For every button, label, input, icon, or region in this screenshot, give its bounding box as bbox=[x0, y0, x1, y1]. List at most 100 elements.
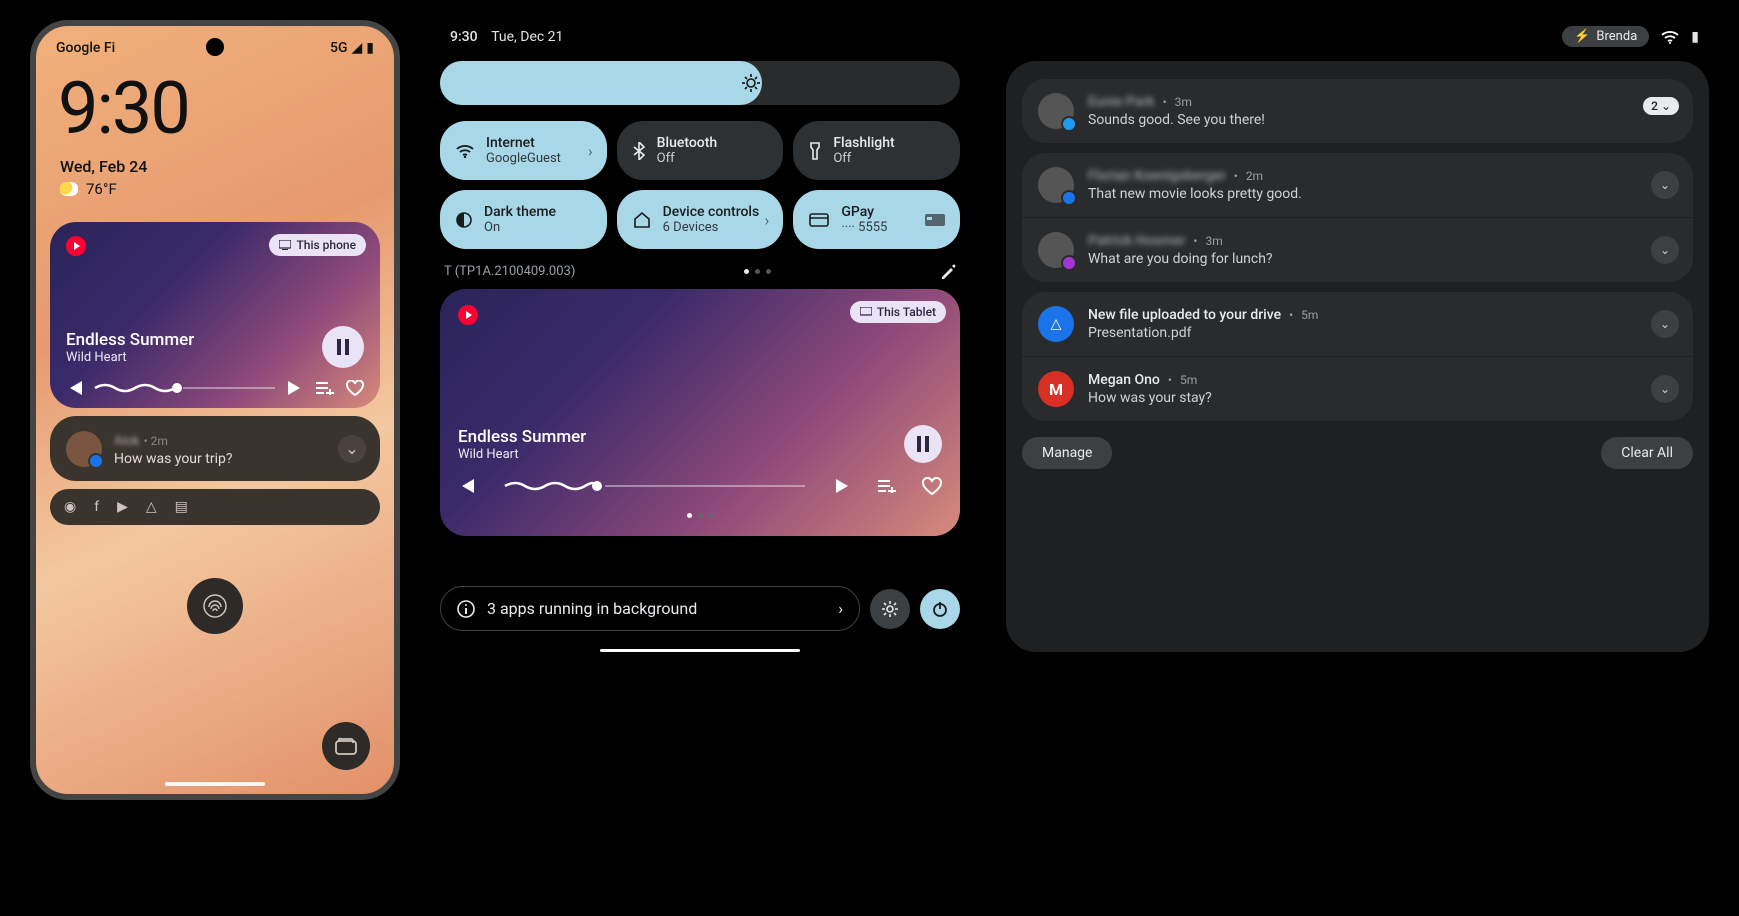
nav-handle[interactable] bbox=[600, 649, 800, 652]
favorite-button[interactable] bbox=[922, 477, 942, 495]
pause-button[interactable] bbox=[904, 425, 942, 463]
settings-button[interactable] bbox=[870, 589, 910, 629]
facebook-icon: f bbox=[94, 499, 99, 515]
lockscreen-clock: 9:30 bbox=[36, 60, 394, 151]
user-chip[interactable]: ⚡ Brenda bbox=[1562, 26, 1649, 47]
avatar bbox=[66, 431, 102, 467]
notification-card-phone[interactable]: Alok • 2m How was your trip? ⌄ bbox=[50, 416, 380, 481]
previous-track-button[interactable] bbox=[66, 381, 82, 395]
qs-tile-internet[interactable]: InternetGoogleGuest› bbox=[440, 121, 607, 180]
queue-button[interactable] bbox=[878, 479, 896, 493]
notif-message: How was your trip? bbox=[114, 451, 232, 467]
notification-card[interactable]: MMegan Ono•5mHow was your stay?⌄ bbox=[1022, 357, 1693, 421]
power-button[interactable] bbox=[920, 589, 960, 629]
expand-button[interactable]: ⌄ bbox=[1651, 375, 1679, 403]
manage-button[interactable]: Manage bbox=[1022, 437, 1112, 469]
qs-tiles-grid: InternetGoogleGuest›BluetoothOffFlashlig… bbox=[440, 121, 960, 249]
track-artist: Wild Heart bbox=[458, 447, 586, 462]
tablet-shade: 9:30 Tue, Dec 21 ⚡ Brenda ▮ Interne bbox=[440, 20, 1709, 896]
notif-message: How was your stay? bbox=[1088, 390, 1677, 406]
network-label: 5G bbox=[330, 40, 348, 56]
edit-tiles-button[interactable] bbox=[940, 263, 956, 279]
battery-icon: ▮ bbox=[1691, 29, 1699, 45]
home-icon bbox=[633, 212, 651, 228]
info-icon bbox=[457, 600, 475, 618]
notif-time: 2m bbox=[151, 434, 168, 448]
album-art bbox=[66, 256, 364, 326]
messenger-badge-icon bbox=[1061, 255, 1077, 271]
favorite-button[interactable] bbox=[346, 380, 364, 396]
media-player-tablet[interactable]: This Tablet Endless Summer Wild Heart bbox=[440, 289, 960, 536]
previous-track-button[interactable] bbox=[458, 479, 474, 493]
notif-time: 3m bbox=[1205, 234, 1222, 248]
count-pill[interactable]: 2 ⌄ bbox=[1643, 97, 1679, 115]
notification-card[interactable]: △New file uploaded to your drive•5mPrese… bbox=[1022, 292, 1693, 356]
media-player-phone[interactable]: This phone Endless Summer Wild Heart bbox=[50, 222, 380, 408]
notification-card[interactable]: Florian Koenigsberger•2mThat new movie l… bbox=[1022, 153, 1693, 217]
avatar bbox=[1038, 167, 1074, 203]
bg-apps-label: 3 apps running in background bbox=[487, 599, 697, 618]
gmail-icon: M bbox=[1038, 371, 1074, 407]
weather-chip[interactable]: 76°F bbox=[36, 176, 394, 202]
chevron-right-icon: › bbox=[765, 210, 770, 229]
youtube-icon: ▶ bbox=[117, 499, 128, 515]
notif-time: 2m bbox=[1246, 169, 1263, 183]
expand-button[interactable]: ⌄ bbox=[1651, 310, 1679, 338]
album-art bbox=[458, 325, 942, 425]
signal-icon: ◢ bbox=[352, 40, 363, 56]
brightness-slider[interactable] bbox=[440, 61, 960, 105]
pause-button[interactable] bbox=[322, 326, 364, 368]
weather-icon bbox=[60, 182, 78, 196]
notification-icons-row[interactable]: ◉ f ▶ △ ▤ bbox=[50, 489, 380, 525]
sender-name: Eunie Park bbox=[1088, 94, 1155, 110]
notification-card[interactable]: Eunie Park•3mSounds good. See you there!… bbox=[1022, 79, 1693, 143]
notif-message: What are you doing for lunch? bbox=[1088, 251, 1677, 267]
media-page-dots bbox=[458, 503, 942, 522]
seek-bar[interactable] bbox=[500, 480, 810, 492]
seek-bar[interactable] bbox=[94, 382, 276, 394]
qs-tile-flashlight[interactable]: FlashlightOff bbox=[793, 121, 960, 180]
lockscreen-date: Wed, Feb 24 bbox=[36, 151, 394, 176]
wifi-icon bbox=[456, 144, 474, 158]
track-artist: Wild Heart bbox=[66, 350, 194, 365]
youtube-music-icon bbox=[458, 305, 478, 325]
notification-card[interactable]: Patrick Hosmer•3mWhat are you doing for … bbox=[1022, 218, 1693, 282]
cast-icon bbox=[279, 240, 291, 250]
battery-icon: ▮ bbox=[366, 40, 374, 56]
sender-name: Patrick Hosmer bbox=[1088, 233, 1185, 249]
wallet-button[interactable] bbox=[322, 722, 370, 770]
expand-button[interactable]: ⌄ bbox=[338, 435, 366, 463]
qs-tile-bluetooth[interactable]: BluetoothOff bbox=[617, 121, 784, 180]
next-track-button[interactable] bbox=[288, 381, 304, 395]
notification-group: △New file uploaded to your drive•5mPrese… bbox=[1022, 292, 1693, 421]
qs-tile-device-controls[interactable]: Device controls6 Devices› bbox=[617, 190, 784, 249]
card-icon bbox=[809, 213, 829, 227]
chevron-right-icon: › bbox=[838, 599, 843, 618]
next-track-button[interactable] bbox=[836, 479, 852, 493]
notif-time: 3m bbox=[1175, 95, 1192, 109]
drive-icon: △ bbox=[1038, 306, 1074, 342]
date: Tue, Dec 21 bbox=[491, 29, 563, 45]
expand-button[interactable]: ⌄ bbox=[1651, 171, 1679, 199]
clear-all-button[interactable]: Clear All bbox=[1601, 437, 1693, 469]
bluetooth-icon bbox=[633, 142, 645, 160]
carrier-label: Google Fi bbox=[56, 40, 115, 56]
cast-chip[interactable]: This Tablet bbox=[850, 301, 946, 323]
background-apps-pill[interactable]: 3 apps running in background › bbox=[440, 586, 860, 631]
wifi-icon bbox=[1661, 30, 1679, 44]
notes-icon: ▤ bbox=[175, 499, 188, 515]
cast-chip[interactable]: This phone bbox=[269, 234, 366, 256]
flashlight-icon bbox=[809, 142, 821, 160]
chevron-right-icon: › bbox=[588, 141, 593, 160]
twitter-badge-icon bbox=[1061, 116, 1077, 132]
qs-tile-dark-theme[interactable]: Dark themeOn bbox=[440, 190, 607, 249]
queue-button[interactable] bbox=[316, 381, 334, 395]
tablet-status-bar: 9:30 Tue, Dec 21 ⚡ Brenda ▮ bbox=[440, 20, 1709, 61]
notif-time: 5m bbox=[1301, 308, 1318, 322]
fingerprint-button[interactable] bbox=[187, 578, 243, 634]
notif-message: That new movie looks pretty good. bbox=[1088, 186, 1677, 202]
qs-tile-gpay[interactable]: GPay···· 5555 bbox=[793, 190, 960, 249]
home-indicator[interactable] bbox=[165, 782, 265, 786]
messages-badge-icon bbox=[88, 453, 104, 469]
expand-button[interactable]: ⌄ bbox=[1651, 236, 1679, 264]
